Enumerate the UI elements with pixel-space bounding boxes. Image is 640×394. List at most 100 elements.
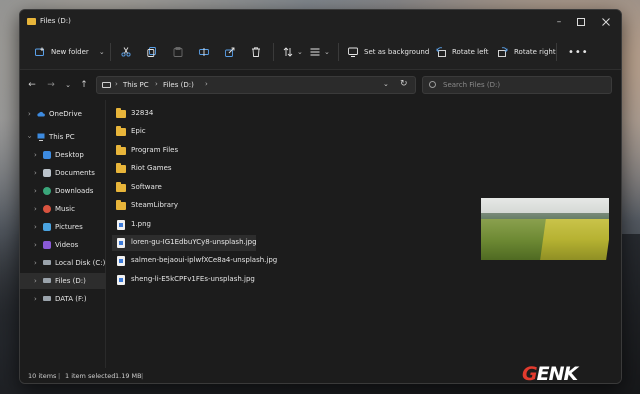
list-item[interactable]: Program Files — [112, 143, 262, 159]
breadcrumb-this-pc[interactable]: This PC — [123, 81, 149, 89]
paste-button[interactable] — [173, 44, 189, 60]
rotate-right-button[interactable]: Rotate right — [498, 44, 556, 60]
list-item[interactable]: sheng-li-E5kCPFv1FEs-unsplash.jpg — [112, 272, 262, 288]
toolbar-divider — [556, 43, 557, 61]
sidebar-item-documents[interactable]: › Documents — [20, 165, 106, 181]
delete-button[interactable] — [251, 44, 267, 60]
search-box[interactable] — [422, 76, 612, 94]
file-name: 32834 — [131, 109, 154, 117]
share-icon — [225, 47, 235, 57]
image-file-icon — [117, 238, 125, 248]
watermark-g: G — [522, 363, 538, 385]
drive-icon — [43, 296, 51, 301]
more-options-button[interactable]: ••• — [568, 44, 589, 60]
desktop-icon — [43, 151, 51, 159]
folder-icon — [116, 145, 126, 155]
toolbar-divider — [338, 43, 339, 61]
list-item[interactable]: salmen-bejaoui-iplwfXCe8a4-unsplash.jpg — [112, 253, 277, 269]
sort-button[interactable]: ⌄ — [283, 44, 303, 60]
chevron-right-icon[interactable]: › — [34, 205, 37, 213]
list-item[interactable]: 1.png — [112, 217, 262, 233]
sidebar-item-label: Videos — [55, 241, 79, 249]
refresh-icon[interactable]: ↻ — [400, 79, 408, 89]
rotate-left-button[interactable]: Rotate left — [436, 44, 488, 60]
list-item[interactable]: 32834 — [112, 106, 262, 122]
sidebar-item-onedrive[interactable]: › OneDrive — [20, 106, 106, 122]
sidebar-item-music[interactable]: › Music — [20, 201, 106, 217]
minimize-button[interactable]: – — [550, 15, 568, 29]
sidebar-item-label: Desktop — [55, 151, 84, 159]
file-explorer-window: Files (D:) – New folder ⌄ ⌄ ⌄ Set as bac… — [19, 9, 622, 384]
list-item[interactable]: Epic — [112, 124, 262, 140]
list-item[interactable]: Software — [112, 180, 262, 196]
up-button[interactable]: ↑ — [78, 79, 90, 91]
sidebar-item-files-d[interactable]: › Files (D:) — [20, 273, 106, 289]
breadcrumb-files-d[interactable]: Files (D:) — [163, 81, 194, 89]
list-item-selected[interactable]: loren-gu-IG1EdbuYCy8-unsplash.jpg — [112, 235, 257, 251]
status-separator: | — [141, 372, 144, 380]
trash-icon — [252, 47, 260, 57]
sidebar-item-local-disk-c[interactable]: › Local Disk (C:) — [20, 255, 106, 271]
search-input[interactable] — [443, 79, 603, 91]
chevron-right-icon[interactable]: › — [34, 223, 37, 231]
address-dropdown-icon[interactable]: ⌄ — [383, 80, 389, 88]
back-button[interactable]: ← — [26, 79, 38, 91]
file-name: sheng-li-E5kCPFv1FEs-unsplash.jpg — [131, 275, 255, 283]
file-name: salmen-bejaoui-iplwfXCe8a4-unsplash.jpg — [131, 256, 278, 264]
chevron-right-icon[interactable]: › — [34, 277, 37, 285]
sidebar-item-label: Local Disk (C:) — [55, 259, 106, 267]
breadcrumb-chevron-icon: › — [155, 80, 158, 88]
music-icon — [43, 205, 51, 213]
close-icon — [602, 18, 610, 26]
folder-icon — [116, 200, 126, 210]
chevron-right-icon[interactable]: › — [34, 295, 37, 303]
copy-button[interactable] — [147, 44, 163, 60]
sidebar-item-data-f[interactable]: › DATA (F:) — [20, 291, 106, 307]
preview-image — [481, 198, 609, 260]
chevron-right-icon[interactable]: › — [34, 241, 37, 249]
sidebar-item-downloads[interactable]: › Downloads — [20, 183, 106, 199]
sidebar-item-pictures[interactable]: › Pictures — [20, 219, 106, 235]
sidebar-item-videos[interactable]: › Videos — [20, 237, 106, 253]
sidebar-item-label: Music — [55, 205, 75, 213]
rotate-right-icon — [498, 47, 508, 57]
folder-icon — [116, 182, 126, 192]
share-button[interactable] — [225, 44, 241, 60]
chevron-down-icon: ⌄ — [297, 48, 303, 56]
list-item[interactable]: Riot Games — [112, 161, 262, 177]
watermark-rest: ENK — [536, 363, 579, 385]
cut-button[interactable] — [121, 44, 137, 60]
list-item[interactable]: SteamLibrary — [112, 198, 262, 214]
new-folder-button[interactable]: New folder ⌄ — [35, 44, 105, 60]
rotate-left-label: Rotate left — [452, 48, 489, 56]
toolbar-divider — [110, 43, 111, 61]
view-list-icon — [310, 48, 320, 56]
chevron-right-icon[interactable]: › — [34, 259, 37, 267]
scissors-icon — [121, 47, 131, 57]
chevron-right-icon[interactable]: › — [28, 110, 31, 118]
folder-icon — [27, 18, 36, 25]
file-name: Program Files — [131, 146, 179, 154]
command-bar: New folder ⌄ ⌄ ⌄ Set as background Rotat… — [20, 34, 621, 70]
documents-icon — [43, 169, 51, 177]
selection-size: 1.19 MB — [115, 372, 142, 380]
chevron-right-icon[interactable]: › — [34, 151, 37, 159]
paste-icon — [173, 47, 183, 57]
chevron-down-icon[interactable]: › — [25, 136, 33, 139]
downloads-icon — [43, 187, 51, 195]
drive-icon — [43, 278, 51, 283]
chevron-right-icon[interactable]: › — [34, 169, 37, 177]
address-bar[interactable]: › This PC › Files (D:) › ⌄ ↻ — [96, 76, 416, 94]
sidebar-item-desktop[interactable]: › Desktop — [20, 147, 106, 163]
close-button[interactable] — [597, 15, 615, 29]
sidebar-item-this-pc[interactable]: › This PC — [20, 129, 106, 145]
item-count: 10 items — [28, 372, 57, 380]
rename-button[interactable] — [199, 44, 215, 60]
image-file-icon — [117, 220, 125, 230]
view-button[interactable]: ⌄ — [310, 44, 330, 60]
recent-locations-button[interactable]: ⌄ — [62, 79, 74, 91]
set-as-background-button[interactable]: Set as background — [348, 44, 429, 60]
chevron-right-icon[interactable]: › — [34, 187, 37, 195]
forward-button[interactable]: → — [45, 79, 57, 91]
maximize-button[interactable] — [572, 15, 590, 29]
